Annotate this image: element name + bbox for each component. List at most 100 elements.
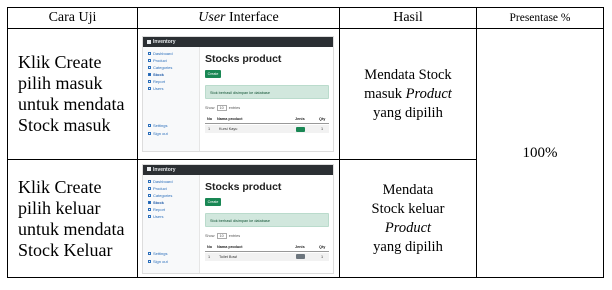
column-header[interactable]: Qty bbox=[319, 117, 325, 121]
row-qty: 1 bbox=[321, 254, 324, 259]
sidebar-item-sign-out[interactable]: Sign out bbox=[148, 259, 168, 264]
sidebar-item-report[interactable]: Report bbox=[148, 79, 165, 84]
categories-icon bbox=[148, 66, 151, 70]
stock-table-header: No Nama product Jenis Qty bbox=[205, 243, 329, 252]
report-icon bbox=[148, 207, 151, 211]
row-type-badge bbox=[296, 254, 305, 260]
row-qty: 1 bbox=[321, 127, 324, 131]
result-line: Product bbox=[384, 219, 432, 236]
table-row: Klik Create pilih masuk untuk mendata St… bbox=[7, 28, 604, 278]
create-button[interactable]: Create bbox=[205, 197, 221, 206]
entries-select[interactable]: 10 bbox=[216, 105, 227, 111]
test-results-table: Cara Uji User Interface Hasil Presentase… bbox=[7, 7, 604, 278]
sign-out-icon bbox=[148, 132, 151, 136]
gear-icon bbox=[148, 124, 151, 128]
header-user-interface: User Interface bbox=[137, 7, 340, 29]
header-ui-rest: Interface bbox=[225, 10, 279, 25]
product-icon bbox=[148, 186, 151, 190]
sidebar-item-dashboard[interactable]: Dashboard bbox=[148, 51, 173, 56]
result-line: masuk Product bbox=[364, 85, 452, 102]
header-test-method: Cara Uji bbox=[7, 7, 138, 29]
stock-out-badge bbox=[296, 254, 305, 259]
sidebar-item-stock[interactable]: Stock bbox=[148, 200, 164, 205]
sidebar-item-users[interactable]: Users bbox=[148, 86, 163, 91]
entries-selector: Show 10 entries bbox=[205, 232, 241, 239]
step-line: Stock Keluar bbox=[18, 239, 113, 260]
app-screenshot: Inventory Dashboard Product Categories S… bbox=[142, 36, 334, 152]
sidebar-item-settings[interactable]: Settings bbox=[148, 251, 167, 256]
create-button[interactable]: Create bbox=[205, 70, 221, 78]
app-content: Stocks product Create Stok berhasil disi… bbox=[205, 175, 329, 273]
step-line: untuk mendata bbox=[18, 94, 125, 114]
header-row: Cara Uji User Interface Hasil Presentase… bbox=[7, 7, 604, 29]
categories-icon bbox=[148, 193, 151, 197]
sidebar-item-settings[interactable]: Settings bbox=[148, 123, 167, 128]
app-screenshot: Inventory Dashboard Product Categories S… bbox=[142, 163, 334, 274]
stock-table-row: 1 Kursi Kayu 1 bbox=[205, 125, 329, 133]
header-percentage: Presentase % bbox=[476, 7, 604, 29]
header-ui-italic: User bbox=[198, 10, 226, 25]
sidebar-item-product[interactable]: Product bbox=[148, 186, 167, 191]
dashboard-icon bbox=[148, 179, 151, 183]
result-cell: Mendata Stock keluar Product yang dipili… bbox=[339, 159, 477, 278]
row-number: 1 bbox=[208, 127, 211, 131]
stock-icon bbox=[148, 200, 151, 204]
result-line: yang dipilih bbox=[373, 104, 443, 121]
stock-table-row: 1 Toilet Bowl 1 bbox=[205, 252, 329, 261]
sidebar-item-categories[interactable]: Categories bbox=[148, 193, 172, 198]
step-line: untuk mendata bbox=[18, 218, 125, 239]
row-product-name: Kursi Kayu bbox=[219, 127, 238, 131]
header-result: Hasil bbox=[339, 7, 477, 29]
app-sidebar: Dashboard Product Categories Stock Repor… bbox=[143, 47, 200, 151]
step-line: Klik Create bbox=[18, 52, 102, 72]
sidebar-item-report[interactable]: Report bbox=[148, 207, 165, 212]
app-topbar: Inventory bbox=[143, 37, 333, 47]
result-cell: Mendata Stock masuk Product yang dipilih bbox=[339, 28, 477, 160]
sidebar-item-users[interactable]: Users bbox=[148, 214, 163, 219]
sign-out-icon bbox=[148, 259, 151, 263]
menu-icon bbox=[147, 167, 151, 172]
dashboard-icon bbox=[148, 52, 151, 56]
result-line: Stock keluar bbox=[371, 200, 445, 217]
column-header[interactable]: Nama product bbox=[217, 117, 243, 121]
column-header[interactable]: Qty bbox=[319, 245, 325, 249]
stock-icon bbox=[148, 73, 151, 77]
report-icon bbox=[148, 80, 151, 84]
percentage-cell: 100% bbox=[476, 28, 604, 278]
column-header[interactable]: No bbox=[207, 117, 212, 121]
page-title: Stocks product bbox=[205, 180, 282, 193]
step-line: Stock masuk bbox=[18, 115, 111, 135]
app-topbar: Inventory bbox=[143, 164, 333, 175]
result-line: yang dipilih bbox=[373, 238, 443, 255]
users-icon bbox=[148, 87, 151, 91]
column-header[interactable]: Jenis bbox=[295, 245, 305, 249]
column-header[interactable]: No bbox=[207, 245, 212, 249]
row-number: 1 bbox=[208, 254, 211, 259]
step-line: pilih keluar bbox=[18, 197, 101, 218]
sidebar-item-sign-out[interactable]: Sign out bbox=[148, 131, 168, 136]
success-alert: Stok berhasil disimpan ke database bbox=[205, 85, 329, 99]
product-icon bbox=[148, 59, 151, 63]
app-brand: Inventory bbox=[147, 167, 176, 173]
menu-icon bbox=[147, 39, 151, 44]
sidebar-item-categories[interactable]: Categories bbox=[148, 65, 172, 70]
app-content: Stocks product Create Stok berhasil disi… bbox=[205, 47, 329, 151]
screenshot-cell: Inventory Dashboard Product Categories S… bbox=[137, 28, 340, 160]
sidebar-item-product[interactable]: Product bbox=[148, 58, 167, 63]
sidebar-item-stock[interactable]: Stock bbox=[148, 72, 164, 77]
test-step-cell: Klik Create pilih masuk untuk mendata St… bbox=[7, 28, 138, 160]
column-header[interactable]: Jenis bbox=[295, 117, 305, 121]
column-header[interactable]: Nama product bbox=[217, 245, 243, 249]
gear-icon bbox=[148, 251, 151, 255]
sidebar-item-dashboard[interactable]: Dashboard bbox=[148, 179, 173, 184]
step-line: pilih masuk bbox=[18, 73, 103, 93]
step-line: Klik Create bbox=[18, 176, 102, 197]
page-title: Stocks product bbox=[205, 53, 282, 65]
entries-select[interactable]: 10 bbox=[216, 232, 227, 239]
app-brand: Inventory bbox=[147, 39, 176, 45]
stock-table-header: No Nama product Jenis Qty bbox=[205, 115, 329, 124]
row-type-badge bbox=[296, 126, 305, 133]
row-product-name: Toilet Bowl bbox=[219, 254, 238, 259]
test-step-cell: Klik Create pilih keluar untuk mendata S… bbox=[7, 159, 138, 278]
entries-selector: Show 10 entries bbox=[205, 105, 241, 111]
